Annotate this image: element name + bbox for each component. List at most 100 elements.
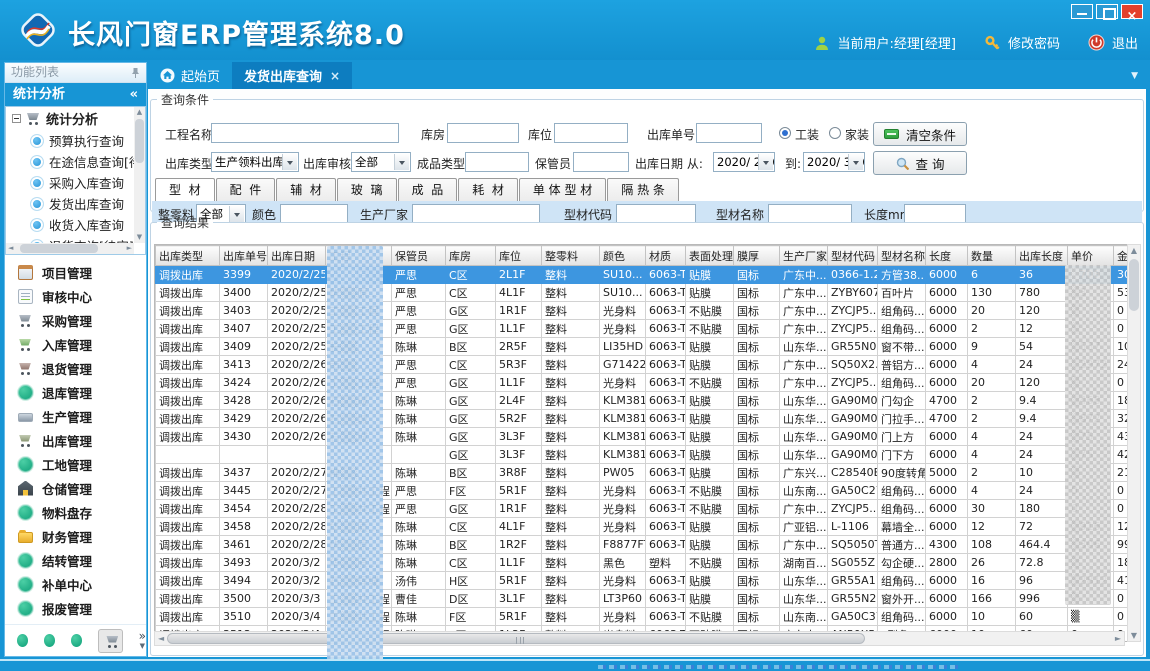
dot-icon[interactable] [44,634,55,647]
tree-item[interactable]: 在途信息查询[待 [6,151,134,172]
column-header[interactable]: 出库单号 [220,246,268,266]
tab-shipping-outbound-query[interactable]: 发货出库查询 × [232,62,352,89]
results-horizontal-scrollbar[interactable]: ◄► [154,631,1125,646]
scrollbar-thumb[interactable] [20,244,98,253]
column-header[interactable]: 型材代码 [828,246,878,266]
table-row[interactable]: 调拨出库34942020/3/2石▒▒辉城汤伟H区5R1F整料光身料6063-T… [156,572,1131,590]
column-header[interactable]: 单价 [1068,246,1114,266]
sidebar-menu-item[interactable]: 结转管理 [5,548,146,572]
column-header[interactable]: 库位 [496,246,542,266]
sidebar-menu-item[interactable]: 仓储管理 [5,476,146,500]
sidebar-menu-item[interactable]: 采购管理 [5,308,146,332]
tree-item[interactable]: 退货查询[待定] [6,235,134,243]
table-row[interactable]: 调拨出库34242020/2/26工▒▒工程严思G区1L1F整料光身料6063-… [156,374,1131,392]
sidebar-menu-item[interactable]: 出库管理 [5,428,146,452]
scrollbar-thumb[interactable] [167,633,865,644]
menu-overflow-button[interactable]: »▼ [139,631,146,651]
radio-home-decoration[interactable] [829,127,841,139]
tree-item[interactable]: 采购入库查询 [6,172,134,193]
sidebar-menu-item[interactable]: 入库管理 [5,332,146,356]
order-no-input[interactable] [696,123,762,143]
column-header[interactable]: 出库长度 [1016,246,1068,266]
column-header[interactable]: 表面处理 [686,246,734,266]
table-row[interactable]: 调拨出库34542020/2/28工▒▒共工程严思G区1R1F整料光身料6063… [156,500,1131,518]
table-row[interactable]: 调拨出库34092020/2/25长▒▒...陈琳B区2R5F整料LI35HD6… [156,338,1131,356]
warehouse-input[interactable] [447,123,519,143]
column-header[interactable]: 数量 [968,246,1016,266]
column-header[interactable]: 库房 [446,246,496,266]
section-header-statistics[interactable]: 统计分析 « [5,83,146,106]
sidebar-menu-item[interactable]: 物料盘存 [5,500,146,524]
tree-root-statistics[interactable]: 统计分析 [6,107,134,130]
material-tab[interactable]: 配 件 [216,178,276,201]
material-tab[interactable]: 隔 热 条 [607,178,679,201]
tree-vertical-scrollbar[interactable]: ▲▼ [134,107,145,243]
material-tab[interactable]: 玻 璃 [337,178,397,201]
tree-item[interactable]: 收货入库查询 [6,214,134,235]
column-header[interactable]: 材质 [646,246,686,266]
clear-conditions-button[interactable]: 清空条件 [873,122,967,146]
table-row[interactable]: 调拨出库34932020/3/2华▒▒原...陈琳C区1L1F整料黑色塑料不贴膜… [156,554,1131,572]
tree-expander-icon[interactable] [12,114,21,123]
sidebar-menu-item[interactable]: 报废管理 [5,596,146,620]
date-from-picker[interactable]: 2020/ 2/16 [713,152,775,172]
table-row[interactable]: 调拨出库33992020/2/25华▒▒原...严思C区2L1F整料SU10..… [156,266,1131,284]
product-type-input[interactable] [465,152,529,172]
tree-item[interactable]: 发货出库查询 [6,193,134,214]
close-button[interactable] [1121,4,1143,19]
sidebar-menu-item[interactable]: 生产管理 [5,404,146,428]
table-row[interactable]: 调拨出库34292020/2/26石▒▒城陈琳G区5R2F整料KLM381760… [156,410,1131,428]
tab-home[interactable]: 起始页 [148,62,232,89]
results-vertical-scrollbar[interactable]: ▲▼ [1127,244,1141,642]
dot-icon[interactable] [17,634,28,647]
search-button[interactable]: 查 询 [873,151,967,175]
material-tab[interactable]: 型 材 [155,178,215,201]
table-row[interactable]: 调拨出库34002020/2/25华▒▒原...严思C区4L1F整料SU10..… [156,284,1131,302]
pin-icon[interactable] [131,67,140,79]
column-header[interactable]: 整零料 [542,246,600,266]
sidebar-menu-item[interactable]: 退货管理 [5,356,146,380]
project-name-input[interactable] [211,123,399,143]
table-row[interactable]: 调拨出库34132020/2/26南▒▒...严思C区5R3F整料G714226… [156,356,1131,374]
column-header[interactable]: 膜厚 [734,246,780,266]
column-header[interactable]: 型材名称 [878,246,926,266]
collapse-icon[interactable]: « [130,83,138,106]
dot-icon[interactable] [71,634,82,647]
sidebar-menu-item[interactable]: 项目管理 [5,260,146,284]
table-row[interactable]: G区3L3F整料KLM38176063-T5贴膜国标山东华...GA90M09.… [156,446,1131,464]
sidebar-menu-item[interactable]: 审核中心 [5,284,146,308]
table-row[interactable]: 调拨出库35102020/3/4工▒▒共工程陈琳F区5R1F整料光身料6063-… [156,608,1131,626]
table-row[interactable]: 调拨出库34452020/2/27工▒▒共工程严思F区5R1F整料光身料6063… [156,482,1131,500]
sidebar-menu-item[interactable]: 退库管理 [5,380,146,404]
maximize-button[interactable] [1096,4,1118,19]
table-row[interactable]: 调拨出库35002020/3/3工▒▒共工程曹佳D区3L1F整料LT3P6060… [156,590,1131,608]
location-input[interactable] [554,123,628,143]
logout-link[interactable]: 退出 [1112,33,1138,52]
change-password-link[interactable]: 修改密码 [1008,33,1060,52]
table-row[interactable]: 调拨出库34072020/2/25工▒▒工程严思G区1L1F整料光身料6063-… [156,320,1131,338]
material-tab[interactable]: 辅 材 [276,178,336,201]
column-header[interactable]: 保管员 [392,246,446,266]
minimize-button[interactable] [1071,4,1093,19]
tree-horizontal-scrollbar[interactable]: ◄► [6,243,134,254]
column-header[interactable]: 出库日期 [268,246,326,266]
column-header[interactable]: 长度 [926,246,968,266]
sidebar-menu-item[interactable]: 工地管理 [5,452,146,476]
table-row[interactable]: 调拨出库34282020/2/26石▒▒城陈琳G区2L4F整料KLM381760… [156,392,1131,410]
tab-close-icon[interactable]: × [330,69,340,83]
cart-shortcut-button[interactable] [98,629,122,653]
column-header[interactable]: 生产厂家 [780,246,828,266]
date-to-picker[interactable]: 2020/ 3/16 [803,152,865,172]
tree-item[interactable]: 预算执行查询 [6,130,134,151]
outbound-type-select[interactable]: 生产领料出库 [211,152,299,172]
material-tab[interactable]: 单 体 型 材 [519,178,606,201]
material-tab[interactable]: 耗 材 [458,178,518,201]
table-row[interactable]: 调拨出库34302020/2/26石▒▒城陈琳G区3L3F整料KLM381760… [156,428,1131,446]
column-header[interactable]: 出库类型 [156,246,220,266]
scrollbar-thumb[interactable] [1129,259,1139,311]
scrollbar-thumb[interactable] [135,119,144,163]
sidebar-menu-item[interactable]: 财务管理 [5,524,146,548]
table-row[interactable]: 调拨出库34372020/2/27佛▒▒...陈琳B区3R8F整料PW05606… [156,464,1131,482]
table-row[interactable]: 调拨出库34582020/2/28华▒▒原...陈琳C区4L1F整料光身料606… [156,518,1131,536]
table-row[interactable]: 调拨出库34032020/2/25工▒▒工程严思G区1R1F整料光身料6063-… [156,302,1131,320]
